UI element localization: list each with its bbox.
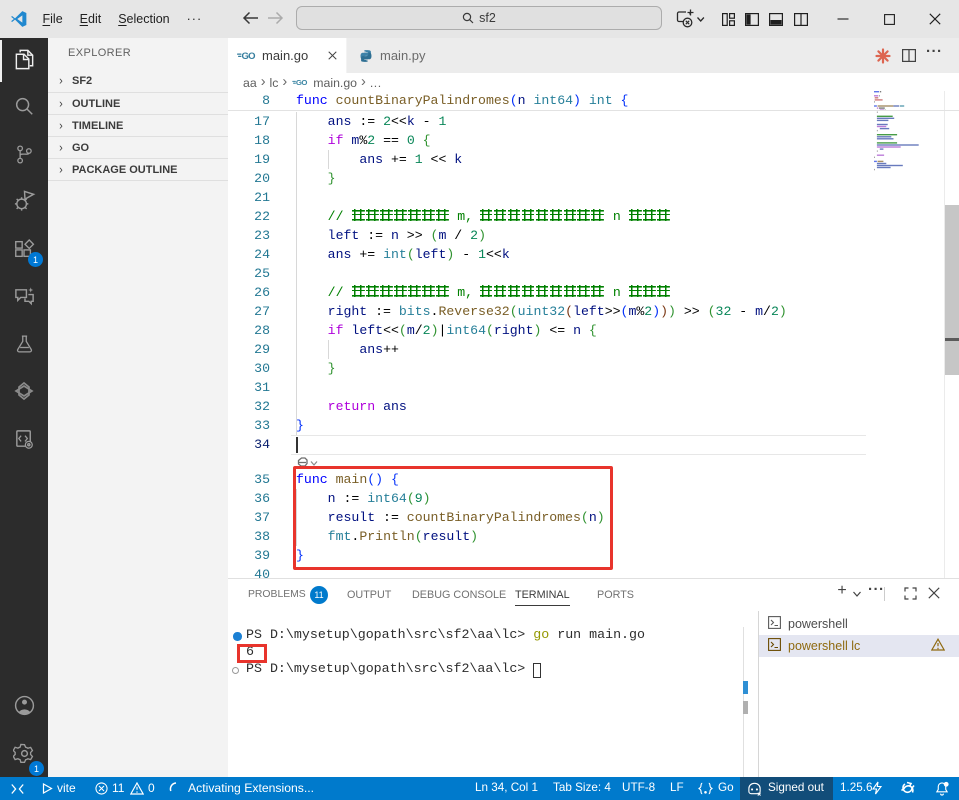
svg-text:GO: GO — [242, 51, 256, 61]
svg-text:GO: GO — [296, 78, 307, 87]
